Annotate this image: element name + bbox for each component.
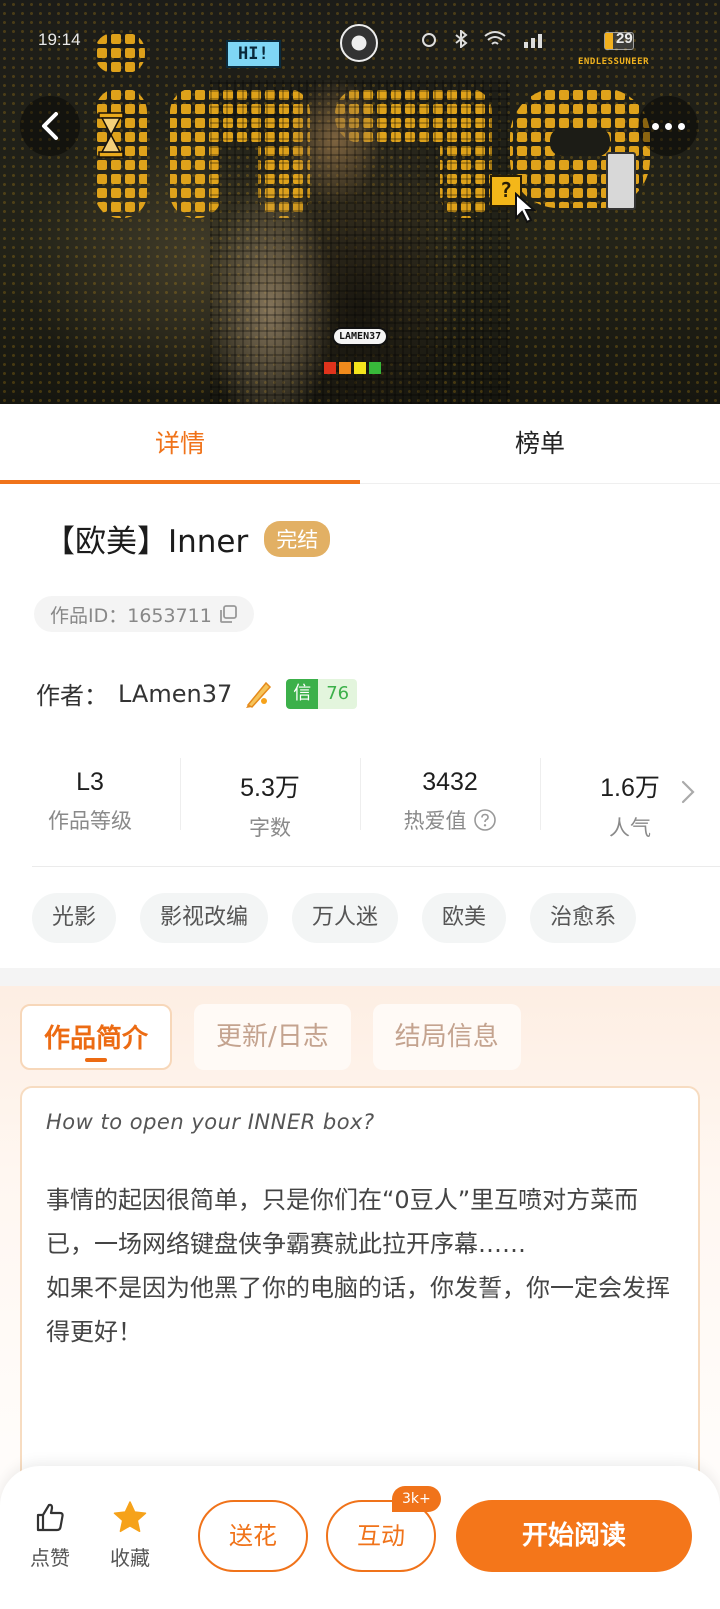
synopsis-box: How to open your INNER box? 事情的起因很简单，只是你… (20, 1086, 700, 1526)
tag-chip[interactable]: 万人迷 (292, 893, 399, 943)
subtab-ending-info[interactable]: 结局信息 (372, 1004, 521, 1070)
cover-figure (210, 80, 510, 404)
status-bar: 19:14 29 (0, 22, 720, 62)
signal-icon (524, 34, 542, 48)
copy-icon[interactable] (218, 604, 238, 624)
synopsis-tagline: How to open your INNER box? (46, 1110, 375, 1134)
intro-sub-tabs: 作品简介 更新/日志 结局信息 (20, 1004, 521, 1070)
like-label: 点赞 (30, 1546, 70, 1570)
stat-value: 3432 (422, 768, 478, 796)
divider (32, 866, 720, 867)
favorite-label: 收藏 (110, 1546, 150, 1570)
pen-badge-icon (246, 681, 272, 708)
author-prefix: 作者： (36, 682, 108, 710)
stat-label: 字数 (249, 816, 291, 840)
stat-label: 作品等级 (48, 809, 132, 833)
book-title: 【欧美】Inner (44, 524, 249, 560)
cover-author-tag: LAMEN37 (332, 327, 389, 346)
stat-value: L3 (76, 768, 104, 796)
section-gap (0, 968, 720, 986)
tab-details[interactable]: 详情 (0, 404, 360, 484)
stat-level: L3 作品等级 (0, 748, 180, 840)
subtab-synopsis[interactable]: 作品简介 (20, 1004, 173, 1070)
like-button[interactable]: 点赞 (20, 1500, 80, 1571)
chevron-left-icon (42, 112, 58, 140)
wifi-icon (484, 31, 506, 45)
cover-banner: HI! ENDLESSUNEER 19:14 29 ? LAMEN37 (0, 0, 720, 404)
bluetooth-icon (455, 30, 468, 48)
tag-chip[interactable]: 欧美 (422, 893, 507, 943)
credit-label: 信 (286, 678, 319, 709)
status-icons (420, 30, 548, 48)
stat-love-value: 3432 热爱值 (360, 748, 540, 840)
tag-list: 光影 影视改编 万人迷 欧美 治愈系 (32, 893, 637, 943)
more-options-button[interactable] (638, 96, 698, 156)
credit-score-badge: 信 76 (286, 678, 358, 709)
alarm-icon (422, 33, 436, 47)
work-id-chip[interactable]: 作品ID：1653711 (34, 596, 254, 632)
start-reading-button[interactable]: 开始阅读 (456, 1500, 692, 1572)
tag-chip[interactable]: 光影 (32, 893, 117, 943)
active-tab-indicator (0, 480, 360, 484)
stat-label: 人气 (609, 816, 651, 840)
send-flower-button[interactable]: 送花 (198, 1500, 308, 1572)
interact-count-badge: 3k+ (392, 1486, 441, 1512)
cover-pixel-sprites (324, 362, 381, 374)
mouse-cursor-icon (515, 192, 536, 224)
title-row: 【欧美】Inner 完结 (44, 516, 331, 561)
book-detail-page: HI! ENDLESSUNEER 19:14 29 ? LAMEN37 详情 榜… (0, 0, 720, 1609)
gamepad-icon (606, 152, 636, 210)
stats-row[interactable]: L3 作品等级 5.3万 字数 3432 热爱值 1.6万 人气 (0, 748, 720, 840)
more-dots-icon (651, 122, 685, 130)
status-badge: 完结 (264, 520, 331, 557)
author-name[interactable]: LAmen37 (118, 680, 232, 708)
tag-chip[interactable]: 治愈系 (530, 893, 637, 943)
subtab-update-log[interactable]: 更新/日志 (194, 1004, 351, 1070)
work-id: 作品ID：1653711 (50, 604, 212, 627)
credit-value: 76 (318, 678, 358, 709)
star-icon (113, 1501, 147, 1533)
synopsis-paragraph: 事情的起因很简单，只是你们在“0豆人”里互喷对方菜而已，一场网络键盘侠争霸赛就此… (46, 1186, 639, 1258)
help-icon[interactable] (473, 808, 497, 832)
detail-tabs: 详情 榜单 (0, 404, 720, 484)
back-button[interactable] (20, 96, 80, 156)
favorite-button[interactable]: 收藏 (100, 1500, 160, 1571)
hourglass-icon (98, 112, 124, 158)
battery-level: 29 (616, 30, 633, 47)
thumbs-up-icon (36, 1503, 64, 1532)
stat-word-count: 5.3万 字数 (180, 748, 360, 840)
chevron-right-icon[interactable] (680, 778, 696, 806)
stat-label: 热爱值 (403, 809, 467, 833)
synopsis-paragraph: 如果不是因为他黑了你的电脑的话，你发誓，你一定会发挥得更好！ (46, 1274, 670, 1346)
tag-chip[interactable]: 影视改编 (140, 893, 269, 943)
author-row: 作者： LAmen37 信 76 (36, 676, 358, 711)
battery-level-fill (605, 33, 614, 49)
stat-value: 5.3万 (240, 774, 300, 802)
tab-rankings[interactable]: 榜单 (360, 404, 720, 484)
status-time: 19:14 (38, 30, 81, 49)
